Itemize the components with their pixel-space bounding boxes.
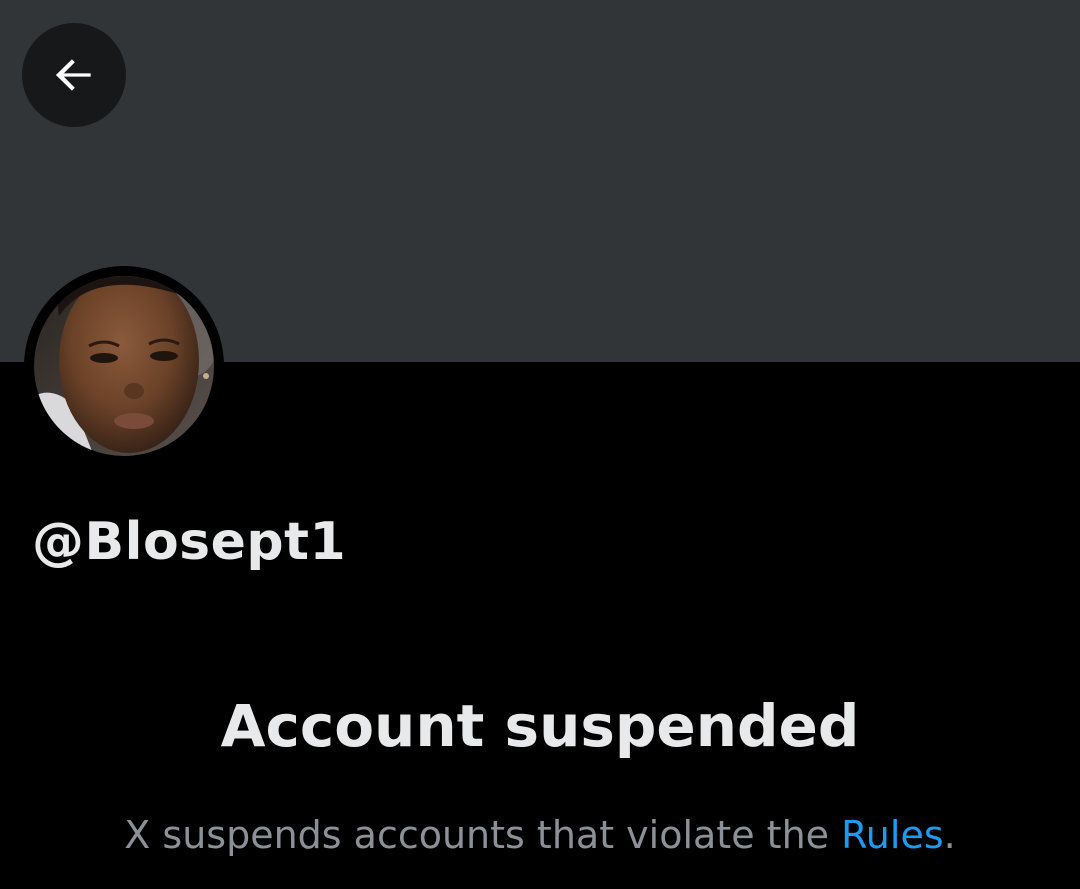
suspension-title: Account suspended [220, 692, 860, 760]
avatar[interactable] [34, 276, 214, 456]
rules-link[interactable]: Rules [841, 813, 944, 857]
suspension-message: X suspends accounts that violate the Rul… [0, 813, 1080, 857]
suspension-message-prefix: X suspends accounts that violate the [124, 813, 842, 857]
profile-page: @Blosept1 Account suspended X suspends a… [0, 0, 1080, 889]
arrow-left-icon [49, 50, 99, 100]
back-button[interactable] [22, 23, 126, 127]
suspension-message-suffix: . [943, 813, 956, 857]
profile-handle: @Blosept1 [32, 512, 347, 572]
